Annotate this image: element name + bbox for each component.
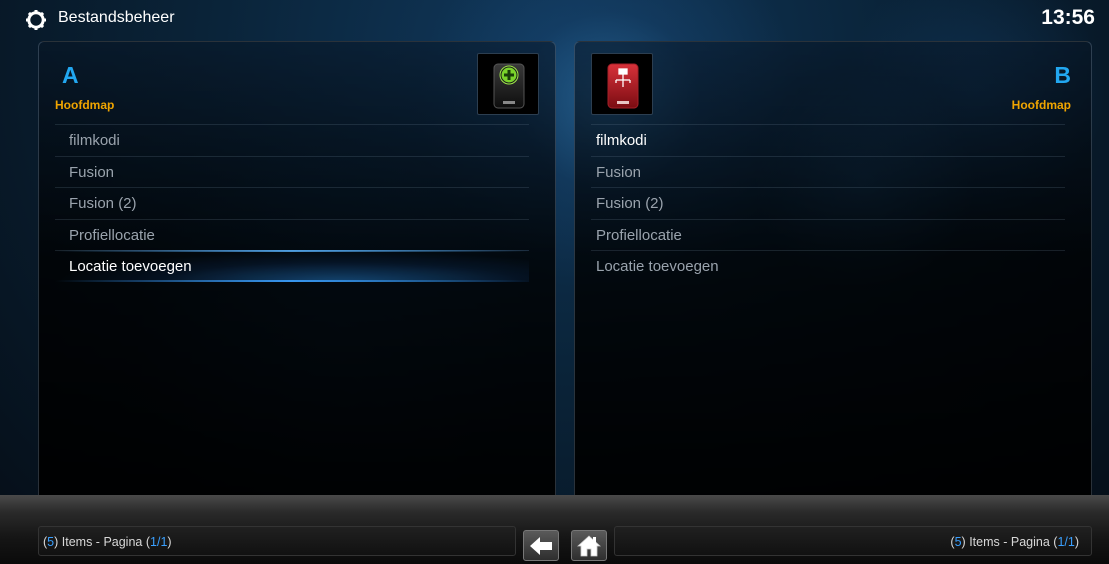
file-list: filmkodi Fusion Fusion (2) Profiellocati… (591, 124, 1065, 282)
list-item[interactable]: Fusion (55, 155, 529, 188)
page-number: 1/1 (1057, 535, 1075, 549)
arrow-left-icon (530, 536, 552, 555)
item-count-b: (5) Items - Pagina (1/1) (614, 526, 1092, 556)
list-item[interactable]: filmkodi (591, 124, 1065, 156)
list-item[interactable]: Profiellocatie (55, 218, 529, 251)
home-icon (577, 534, 601, 556)
panel-letter: A (62, 62, 79, 88)
list-item[interactable]: Fusion (591, 155, 1065, 188)
list-item[interactable]: filmkodi (55, 124, 529, 156)
back-button[interactable] (523, 530, 559, 561)
list-item[interactable]: Profiellocatie (591, 218, 1065, 251)
list-item[interactable]: Fusion (2) (591, 187, 1065, 219)
window-title: Bestandsbeheer (58, 9, 175, 26)
items-label: Items - Pagina (965, 535, 1054, 549)
item-count: 5 (954, 535, 962, 549)
list-item-focused[interactable]: Locatie toevoegen (55, 250, 529, 282)
list-item[interactable]: Fusion (2) (55, 187, 529, 219)
page-number: 1/1 (150, 535, 168, 549)
drive-add-icon (477, 53, 539, 115)
list-item[interactable]: Locatie toevoegen (591, 250, 1065, 282)
network-drive-icon (591, 53, 653, 115)
kodi-logo-icon (26, 10, 46, 30)
panel-b: B Hoofdmap filmkodi Fusion Fusion (2) Pr… (574, 41, 1092, 521)
panel-a: A Hoofdmap filmkodi Fusion Fusion (2) Pr… (38, 41, 556, 521)
clock: 13:56 (1041, 6, 1095, 29)
item-count-a: (5) Items - Pagina (1/1) (38, 526, 516, 556)
home-button[interactable] (571, 530, 607, 561)
item-count: 5 (47, 535, 55, 549)
panel-letter: B (1054, 62, 1071, 88)
panel-path: Hoofdmap (1011, 98, 1071, 112)
items-label: Items - Pagina (58, 535, 146, 549)
file-list: filmkodi Fusion Fusion (2) Profiellocati… (55, 124, 529, 282)
panel-path: Hoofdmap (55, 98, 115, 112)
top-bar: Bestandsbeheer 13:56 (0, 0, 1109, 40)
